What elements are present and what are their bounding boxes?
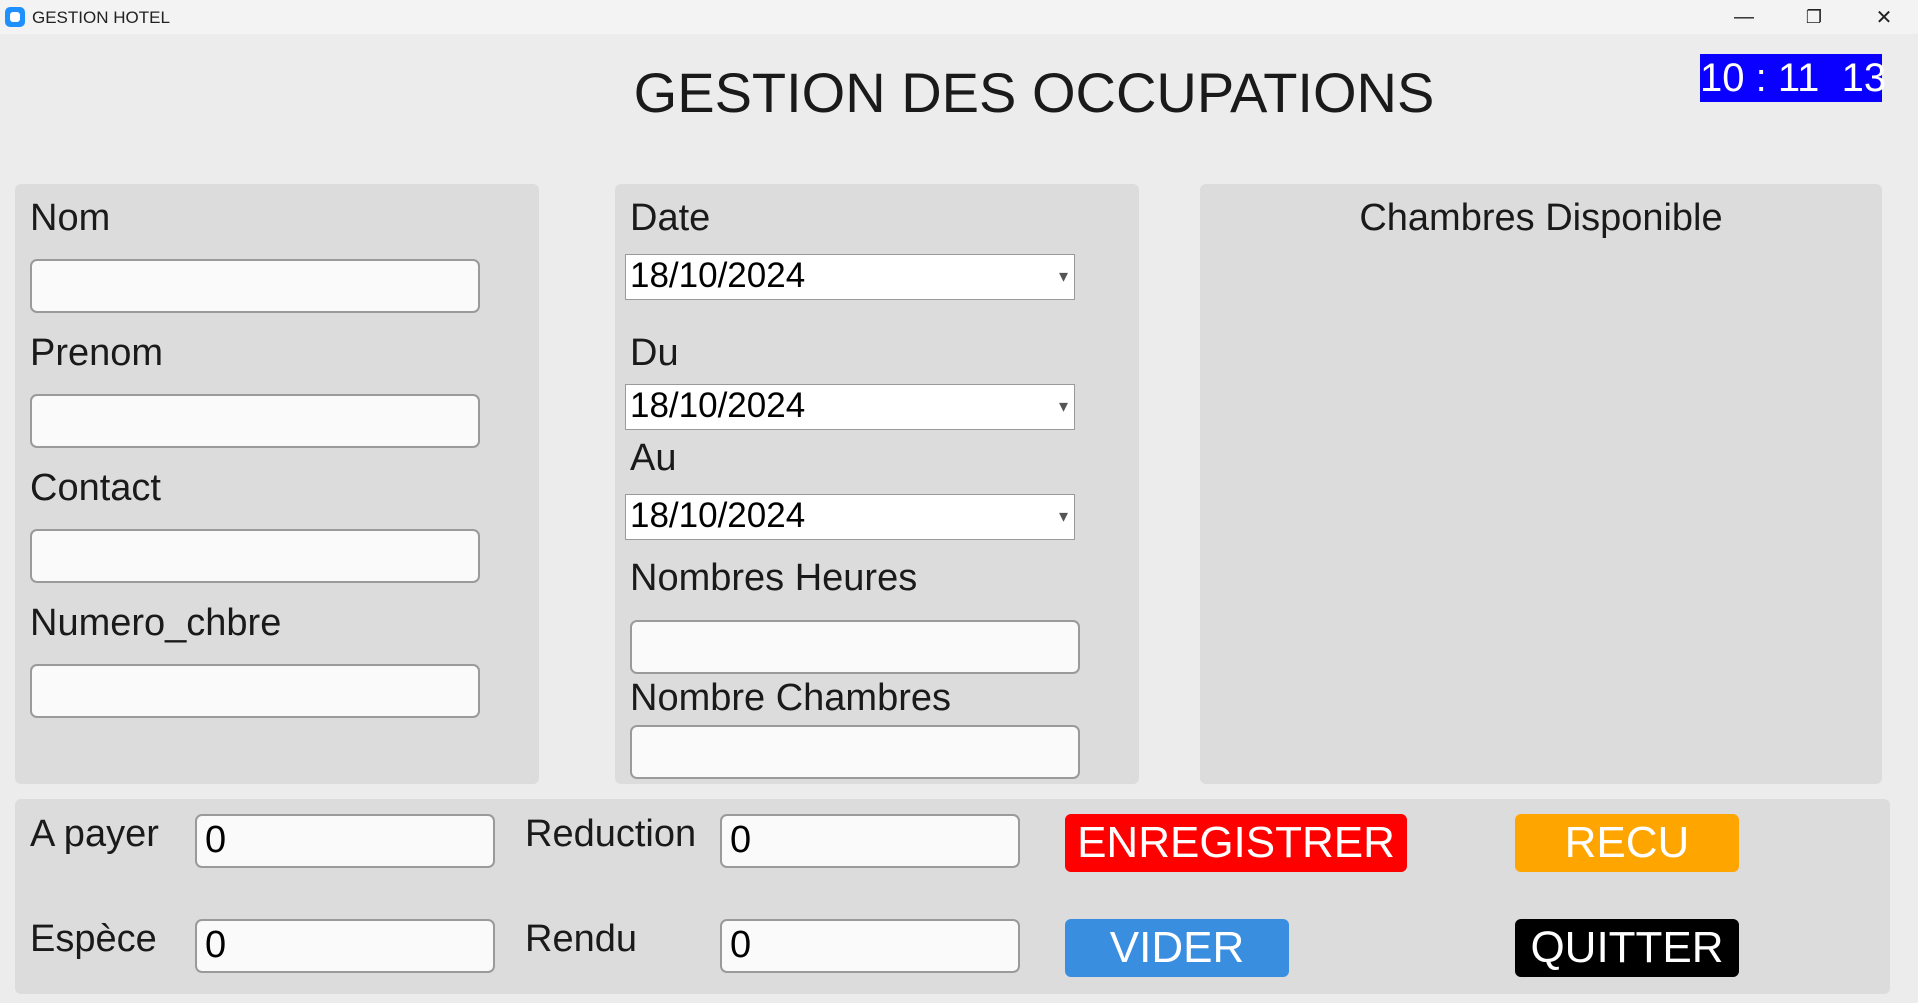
numero-chambre-input[interactable] [30, 664, 480, 718]
date-value: 18/10/2024 [630, 256, 806, 295]
du-date-picker[interactable]: 18/10/2024 ▾ [625, 384, 1075, 430]
nombre-heures-input[interactable] [630, 620, 1080, 674]
numero-chambre-label: Numero_chbre [30, 602, 282, 644]
close-button[interactable]: ✕ [1850, 0, 1918, 34]
restore-button[interactable]: ❐ [1780, 0, 1848, 34]
available-rooms-panel [1200, 184, 1882, 784]
chevron-down-icon[interactable]: ▾ [1059, 495, 1068, 537]
app-icon [5, 7, 25, 27]
contact-input[interactable] [30, 529, 480, 583]
a-payer-input[interactable]: 0 [195, 814, 495, 868]
window-titlebar: GESTION HOTEL — ❐ ✕ [0, 0, 1918, 34]
page-title: GESTION DES OCCUPATIONS [633, 61, 1435, 124]
recu-button[interactable]: RECU [1515, 814, 1739, 872]
quitter-button[interactable]: QUITTER [1515, 919, 1739, 977]
window-title: GESTION HOTEL [32, 8, 170, 27]
reduction-label: Reduction [525, 813, 697, 855]
au-value: 18/10/2024 [630, 496, 806, 535]
date-picker[interactable]: 18/10/2024 ▾ [625, 254, 1075, 300]
du-label: Du [630, 332, 679, 374]
nombre-chambres-label: Nombre Chambres [630, 677, 951, 719]
espece-input[interactable]: 0 [195, 919, 495, 973]
rendu-input[interactable]: 0 [720, 919, 1020, 973]
espece-label: Espèce [30, 918, 157, 960]
nombre-chambres-input[interactable] [630, 725, 1080, 779]
nom-input[interactable] [30, 259, 480, 313]
clock-display: 10 : 11 13 [1700, 54, 1887, 102]
date-label: Date [630, 197, 711, 239]
chevron-down-icon[interactable]: ▾ [1059, 255, 1068, 297]
available-rooms-title: Chambres Disponible [1359, 197, 1723, 239]
au-label: Au [630, 437, 677, 479]
enregistrer-button[interactable]: ENREGISTRER [1065, 814, 1407, 872]
a-payer-label: A payer [30, 813, 159, 855]
vider-button[interactable]: VIDER [1065, 919, 1289, 977]
reduction-input[interactable]: 0 [720, 814, 1020, 868]
minimize-button[interactable]: — [1710, 0, 1778, 34]
au-date-picker[interactable]: 18/10/2024 ▾ [625, 494, 1075, 540]
nombre-heures-label: Nombres Heures [630, 557, 918, 599]
prenom-label: Prenom [30, 332, 164, 374]
du-value: 18/10/2024 [630, 386, 806, 425]
contact-label: Contact [30, 467, 161, 509]
prenom-input[interactable] [30, 394, 480, 448]
nom-label: Nom [30, 197, 111, 239]
chevron-down-icon[interactable]: ▾ [1059, 385, 1068, 427]
rendu-label: Rendu [525, 918, 637, 960]
